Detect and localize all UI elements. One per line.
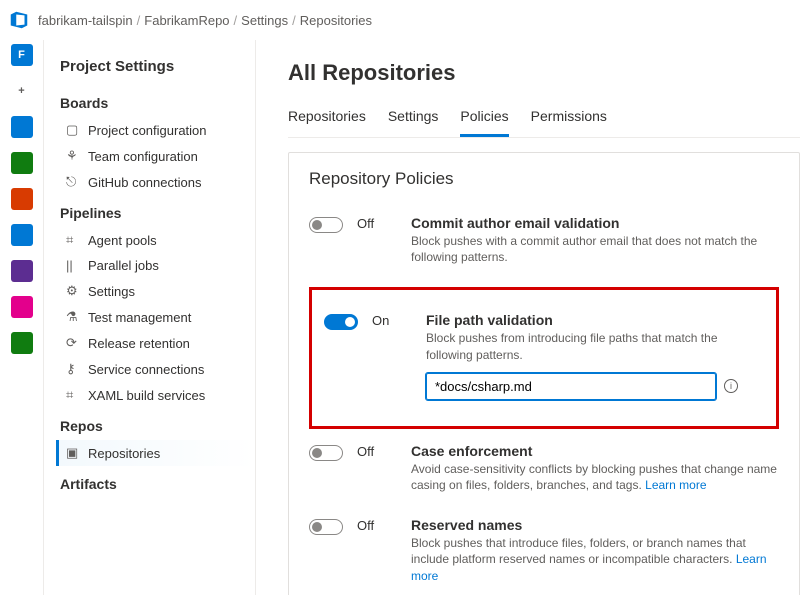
- sidebar-item-icon: ⚗: [66, 309, 80, 325]
- sidebar-item-icon: ▣: [66, 445, 80, 461]
- sidebar-item-parallel-jobs[interactable]: || Parallel jobs: [56, 253, 255, 278]
- sidebar-item-label: Parallel jobs: [88, 258, 159, 273]
- sidebar-item-team-configuration[interactable]: ⚘ Team configuration: [56, 143, 255, 169]
- tab-permissions[interactable]: Permissions: [531, 104, 607, 137]
- policy-desc-email: Block pushes with a commit author email …: [411, 233, 779, 265]
- sidebar-item-github-connections[interactable]: ⎋ GitHub connections: [56, 169, 255, 195]
- sidebar-item-label: XAML build services: [88, 388, 205, 403]
- sidebar-item-icon: ⌗: [66, 232, 80, 248]
- policy-title-email: Commit author email validation: [411, 215, 779, 231]
- policy-desc-case: Avoid case-sensitivity conflicts by bloc…: [411, 461, 779, 493]
- sidebar-group-boards[interactable]: Boards: [56, 85, 255, 117]
- sidebar-item-icon: ⌗: [66, 387, 80, 403]
- toggle-email[interactable]: [309, 217, 343, 233]
- sidebar-group-repos[interactable]: Repos: [56, 408, 255, 440]
- sidebar-item-icon: ▢: [66, 122, 80, 138]
- toggle-reserved[interactable]: [309, 519, 343, 535]
- sidebar-item-icon: ⚙: [66, 283, 80, 299]
- policy-title-path: File path validation: [426, 312, 764, 328]
- sidebar-item-label: Test management: [88, 310, 191, 325]
- policy-title-case: Case enforcement: [411, 443, 779, 459]
- toggle-state-case: Off: [357, 443, 397, 459]
- breadcrumb-sep: /: [133, 13, 145, 28]
- sidebar-item-label: Repositories: [88, 446, 160, 461]
- toggle-case[interactable]: [309, 445, 343, 461]
- breadcrumb-sep: /: [288, 13, 300, 28]
- learn-more-case[interactable]: Learn more: [645, 478, 706, 492]
- sidebar-item-test-management[interactable]: ⚗ Test management: [56, 304, 255, 330]
- tab-settings[interactable]: Settings: [388, 104, 439, 137]
- toggle-state-email: Off: [357, 215, 397, 231]
- sidebar-item-release-retention[interactable]: ⟳ Release retention: [56, 330, 255, 356]
- sidebar-item-label: Release retention: [88, 336, 190, 351]
- rail-item-2[interactable]: [11, 116, 33, 138]
- breadcrumb-2[interactable]: Settings: [241, 13, 288, 28]
- info-icon[interactable]: i: [724, 379, 738, 393]
- sidebar-title: Project Settings: [56, 52, 255, 85]
- tab-repositories[interactable]: Repositories: [288, 104, 366, 137]
- breadcrumb-3[interactable]: Repositories: [300, 13, 372, 28]
- toggle-state-reserved: Off: [357, 517, 397, 533]
- page-title: All Repositories: [288, 60, 800, 86]
- sidebar-group-pipelines[interactable]: Pipelines: [56, 195, 255, 227]
- rail-item-8[interactable]: [11, 332, 33, 354]
- sidebar-item-label: Settings: [88, 284, 135, 299]
- sidebar-item-icon: ||: [66, 258, 80, 273]
- rail-item-0[interactable]: F: [11, 44, 33, 66]
- breadcrumb-sep: /: [230, 13, 242, 28]
- sidebar-item-service-connections[interactable]: ⚷ Service connections: [56, 356, 255, 382]
- sidebar-item-repositories[interactable]: ▣ Repositories: [56, 440, 255, 466]
- toggle-state-path: On: [372, 312, 412, 328]
- policy-title-reserved: Reserved names: [411, 517, 779, 533]
- sidebar-item-agent-pools[interactable]: ⌗ Agent pools: [56, 227, 255, 253]
- panel-title: Repository Policies: [309, 169, 779, 189]
- sidebar-item-label: Project configuration: [88, 123, 207, 138]
- toggle-path[interactable]: [324, 314, 358, 330]
- sidebar-item-icon: ⟳: [66, 335, 80, 351]
- sidebar-group-artifacts[interactable]: Artifacts: [56, 466, 255, 498]
- rail-item-6[interactable]: [11, 260, 33, 282]
- learn-more-reserved[interactable]: Learn more: [411, 552, 767, 582]
- breadcrumb-1[interactable]: FabrikamRepo: [144, 13, 229, 28]
- sidebar-item-project-configuration[interactable]: ▢ Project configuration: [56, 117, 255, 143]
- sidebar-item-xaml-build-services[interactable]: ⌗ XAML build services: [56, 382, 255, 408]
- rail-item-4[interactable]: [11, 188, 33, 210]
- azure-devops-logo-icon[interactable]: [8, 9, 30, 31]
- rail-item-5[interactable]: [11, 224, 33, 246]
- sidebar-item-label: Agent pools: [88, 233, 157, 248]
- sidebar-item-label: Team configuration: [88, 149, 198, 164]
- rail-item-7[interactable]: [11, 296, 33, 318]
- rail-item-3[interactable]: [11, 152, 33, 174]
- sidebar-item-label: Service connections: [88, 362, 204, 377]
- breadcrumb-0[interactable]: fabrikam-tailspin: [38, 13, 133, 28]
- tab-policies[interactable]: Policies: [460, 104, 508, 137]
- policy-desc-reserved: Block pushes that introduce files, folde…: [411, 535, 779, 584]
- policy-desc-path: Block pushes from introducing file paths…: [426, 330, 764, 362]
- sidebar-item-icon: ⚷: [66, 361, 80, 377]
- path-pattern-input[interactable]: [426, 373, 716, 400]
- sidebar-item-label: GitHub connections: [88, 175, 201, 190]
- rail-item-1[interactable]: +: [11, 80, 33, 102]
- sidebar-item-icon: ⎋: [66, 174, 80, 190]
- sidebar-item-settings[interactable]: ⚙ Settings: [56, 278, 255, 304]
- sidebar-item-icon: ⚘: [66, 148, 80, 164]
